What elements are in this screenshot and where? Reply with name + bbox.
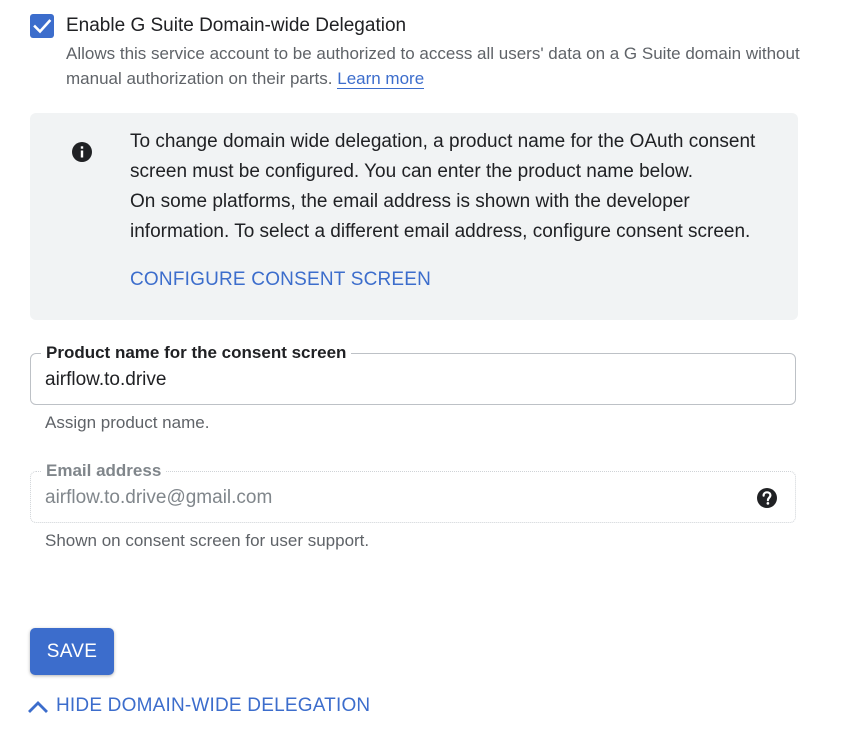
email-address-input [45,486,725,510]
delegation-description-text: Allows this service account to be author… [66,44,800,88]
enable-delegation-label[interactable]: Enable G Suite Domain-wide Delegation [66,14,406,38]
product-name-label: Product name for the consent screen [41,342,352,364]
help-icon[interactable] [756,487,778,509]
email-address-field: Email address [30,460,796,523]
info-text: To change domain wide delegation, a prod… [130,127,790,247]
info-icon [72,142,92,162]
info-line-2: On some platforms, the email address is … [130,191,751,242]
email-address-label: Email address [41,460,167,482]
product-name-field[interactable]: Product name for the consent screen [30,342,796,405]
info-line-1: To change domain wide delegation, a prod… [130,131,756,182]
email-address-helper: Shown on consent screen for user support… [45,531,370,550]
checkmark-icon [33,19,52,34]
enable-delegation-checkbox[interactable] [30,14,54,38]
delegation-description: Allows this service account to be author… [66,41,806,91]
product-name-input[interactable] [45,368,725,392]
save-button[interactable]: SAVE [30,628,114,675]
learn-more-link[interactable]: Learn more [337,69,425,89]
hide-delegation-label: HIDE DOMAIN-WIDE DELEGATION [56,695,371,716]
product-name-helper: Assign product name. [45,413,210,432]
info-panel: To change domain wide delegation, a prod… [30,113,798,320]
chevron-up-icon [28,701,48,713]
configure-consent-screen-button[interactable]: CONFIGURE CONSENT SCREEN [130,268,431,292]
delegation-settings-page: Enable G Suite Domain-wide Delegation Al… [0,0,859,749]
